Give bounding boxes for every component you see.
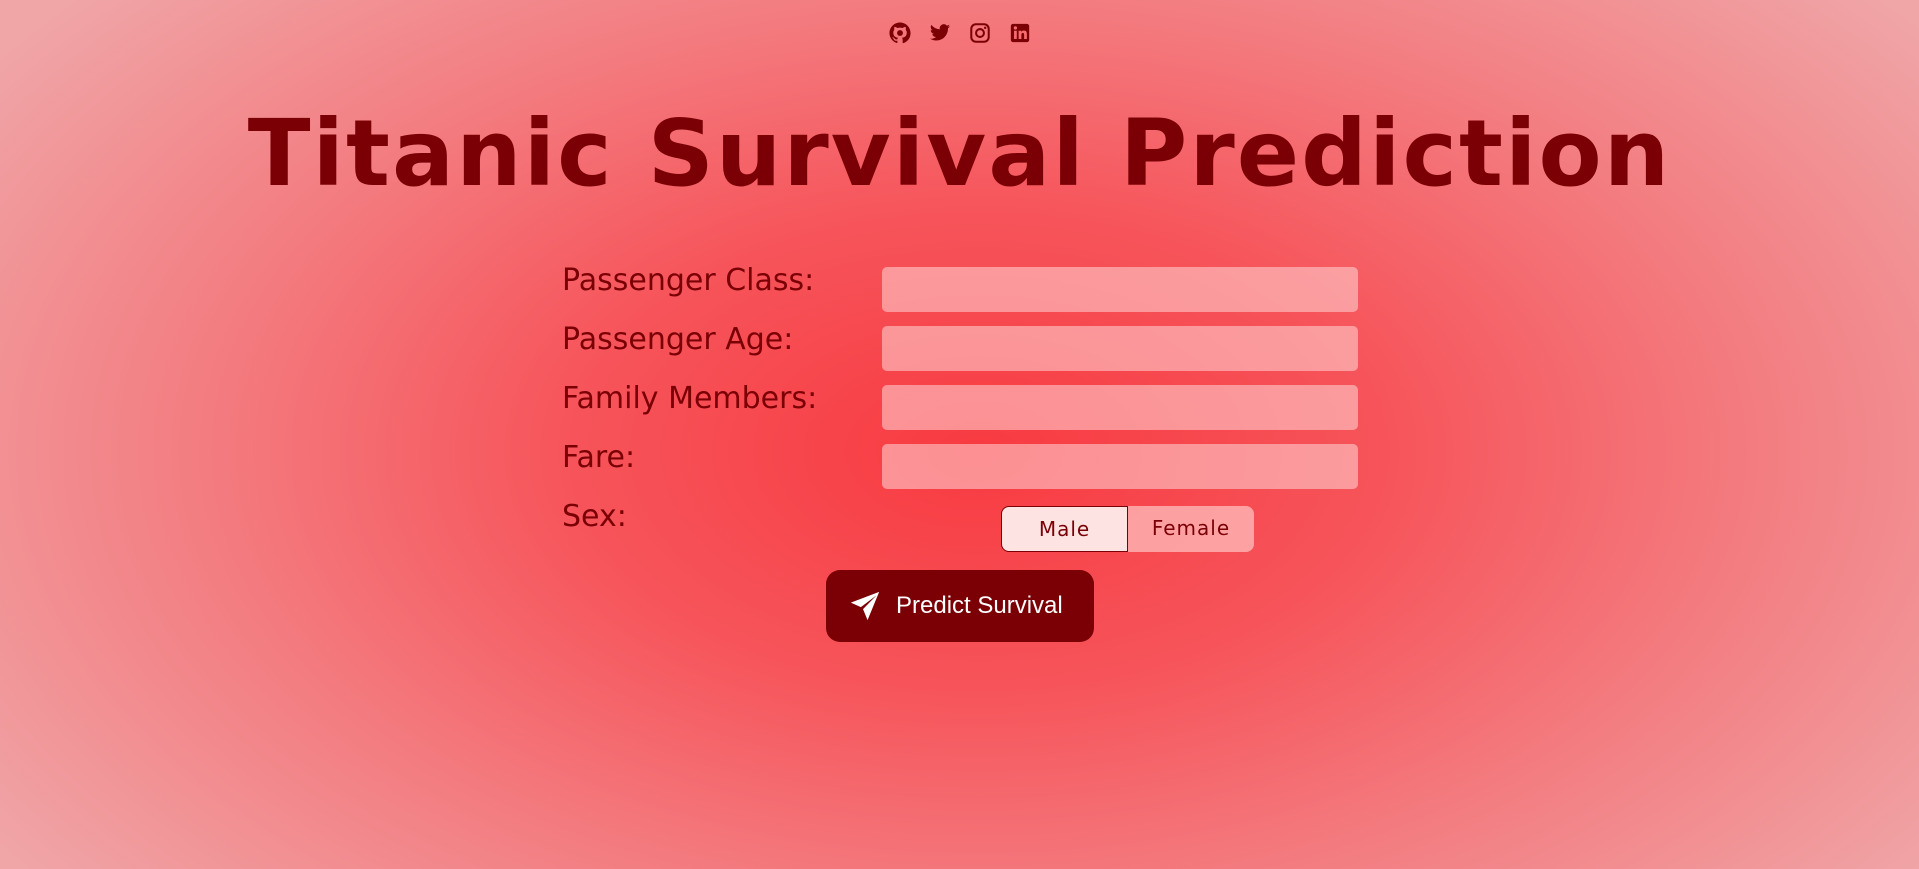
github-icon[interactable] <box>888 22 911 44</box>
form-row-passenger-class: Passenger Class: <box>562 263 1358 312</box>
linkedin-icon[interactable] <box>1009 22 1031 44</box>
sex-label: Sex: <box>562 499 627 534</box>
page-title: Titanic Survival Prediction <box>247 100 1672 207</box>
form-row-fare: Fare: <box>562 440 1358 489</box>
passenger-age-input[interactable] <box>882 326 1358 371</box>
twitter-icon[interactable] <box>929 22 951 44</box>
passenger-age-label: Passenger Age: <box>562 322 794 357</box>
form-row-passenger-age: Passenger Age: <box>562 322 1358 371</box>
sex-option-female[interactable]: Female <box>1128 506 1254 552</box>
fare-label: Fare: <box>562 440 636 475</box>
instagram-icon[interactable] <box>969 22 991 44</box>
sex-toggle: Male Female <box>1001 506 1254 552</box>
family-members-label: Family Members: <box>562 381 818 416</box>
fare-input[interactable] <box>882 444 1358 489</box>
predict-survival-label: Predict Survival <box>896 592 1063 619</box>
form-row-sex: Sex: Male Female <box>562 499 1358 552</box>
passenger-class-label: Passenger Class: <box>562 263 815 298</box>
sex-option-male[interactable]: Male <box>1001 506 1128 552</box>
passenger-class-input[interactable] <box>882 267 1358 312</box>
prediction-form: Passenger Class: Passenger Age: Family M… <box>562 266 1358 561</box>
form-row-family-members: Family Members: <box>562 381 1358 430</box>
family-members-input[interactable] <box>882 385 1358 430</box>
predict-survival-button[interactable]: Predict Survival <box>826 570 1094 642</box>
send-icon <box>850 591 880 621</box>
social-links <box>0 22 1919 44</box>
